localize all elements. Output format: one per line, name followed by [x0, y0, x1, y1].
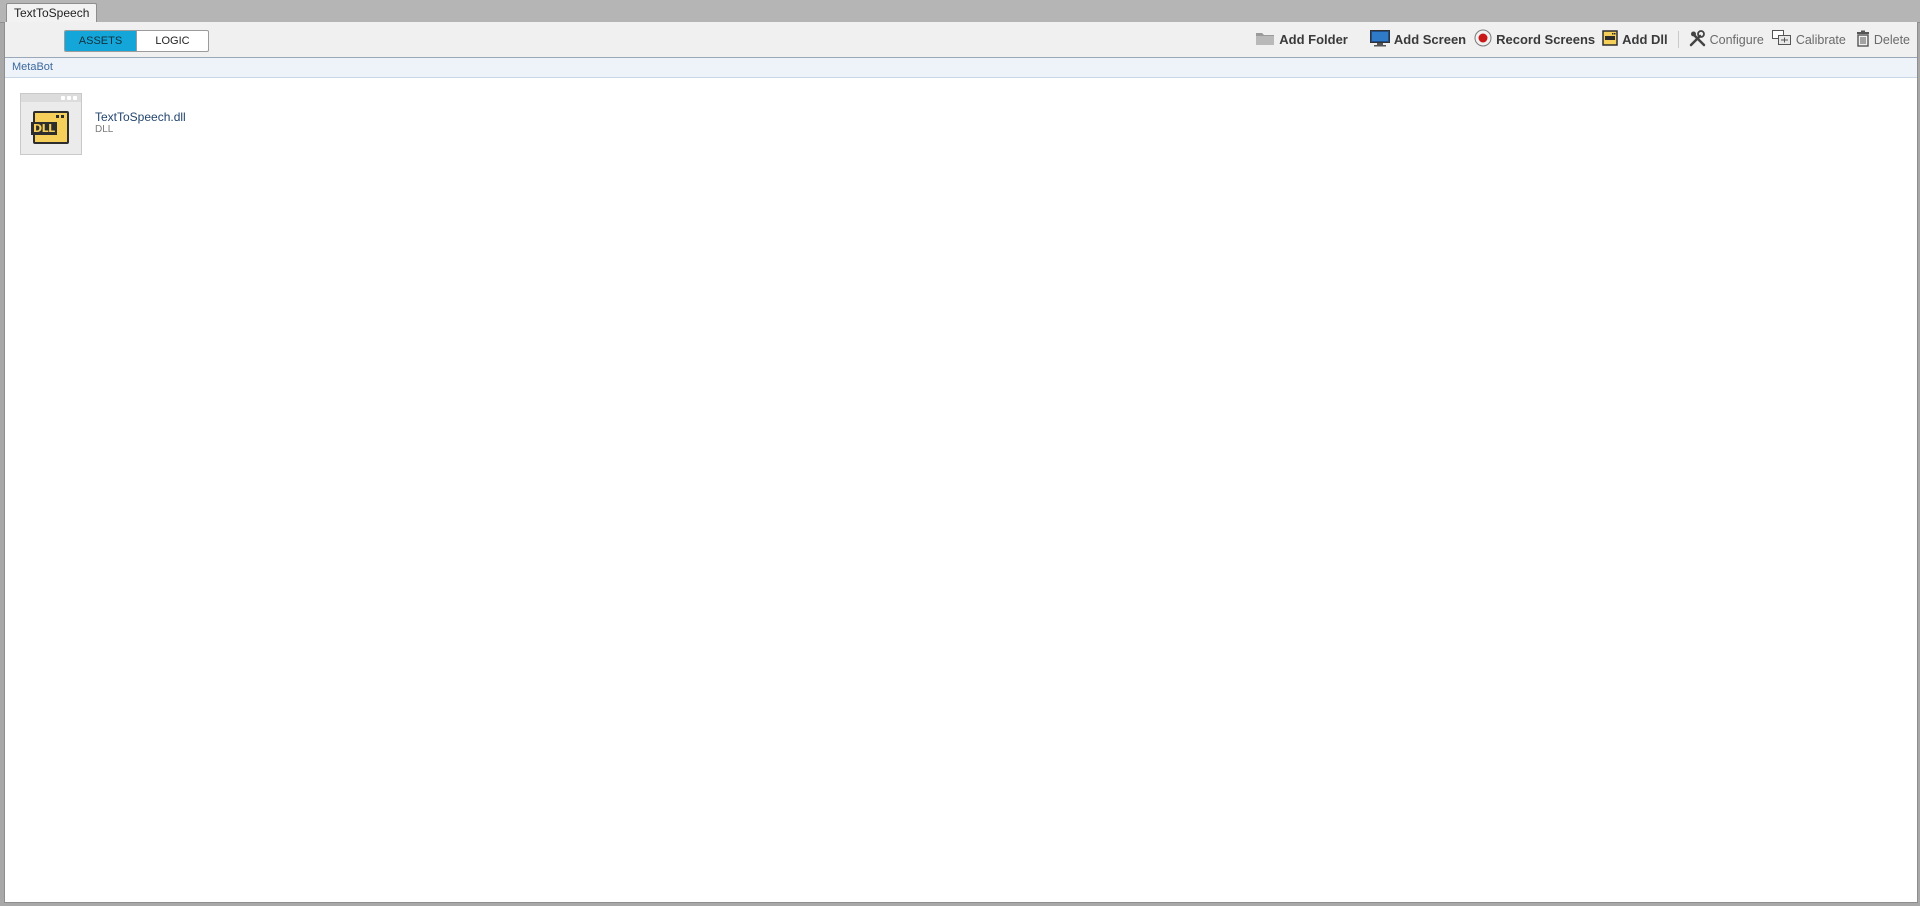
calibrate-icon: [1771, 30, 1792, 49]
add-screen-button[interactable]: Add Screen: [1369, 22, 1467, 57]
monitor-icon: [1369, 29, 1390, 50]
add-folder-button[interactable]: Add Folder: [1255, 22, 1348, 57]
add-folder-label: Add Folder: [1279, 32, 1348, 47]
record-screens-button[interactable]: Record Screens: [1474, 22, 1595, 57]
asset-type: DLL: [95, 124, 114, 135]
toolbar: ASSETS LOGIC Add Folder Add Screen Recor…: [5, 22, 1917, 58]
delete-label: Delete: [1873, 32, 1910, 47]
toolbar-divider: [1677, 31, 1679, 48]
asset-thumbnail: DLL: [20, 93, 82, 155]
configure-button[interactable]: Configure: [1689, 22, 1764, 57]
thumbnail-titlebar: [21, 94, 81, 102]
dll-file-icon: DLL: [31, 111, 69, 144]
document-tab-strip: TextToSpeech: [0, 0, 1920, 23]
add-dll-label: Add Dll: [1622, 32, 1668, 47]
view-toggle: ASSETS LOGIC: [64, 30, 209, 52]
calibrate-label: Calibrate: [1795, 32, 1846, 47]
tab-texttospeech[interactable]: TextToSpeech: [6, 3, 98, 23]
breadcrumb: MetaBot: [5, 58, 1917, 78]
record-screens-label: Record Screens: [1496, 32, 1596, 47]
asset-details: TextToSpeech.dll DLL: [95, 93, 186, 136]
assets-tab-button[interactable]: ASSETS: [65, 31, 136, 51]
metabot-editor: ASSETS LOGIC Add Folder Add Screen Recor…: [4, 22, 1918, 903]
asset-name: TextToSpeech.dll: [95, 110, 186, 124]
app-window: TextToSpeech ASSETS LOGIC Add Folder Add…: [0, 0, 1920, 906]
add-dll-button[interactable]: Add Dll: [1602, 22, 1668, 57]
toolbar-actions: Add Folder Add Screen Record Screens Add…: [1255, 22, 1917, 57]
breadcrumb-item-metabot[interactable]: MetaBot: [12, 58, 53, 77]
asset-list: DLL TextToSpeech.dll DLL: [5, 78, 1917, 902]
record-icon: [1474, 29, 1492, 50]
wrench-icon: [1689, 29, 1706, 50]
folder-icon: [1255, 30, 1275, 49]
configure-label: Configure: [1709, 32, 1764, 47]
dll-icon: [1602, 30, 1618, 49]
calibrate-button[interactable]: Calibrate: [1771, 22, 1846, 57]
delete-button[interactable]: Delete: [1856, 22, 1910, 57]
thumbnail-dots: [61, 96, 77, 100]
trash-icon: [1856, 30, 1870, 50]
add-screen-label: Add Screen: [1393, 32, 1467, 47]
dll-icon-text: DLL: [31, 122, 57, 135]
list-item[interactable]: DLL TextToSpeech.dll DLL: [20, 93, 186, 155]
logic-tab-button[interactable]: LOGIC: [136, 31, 208, 51]
